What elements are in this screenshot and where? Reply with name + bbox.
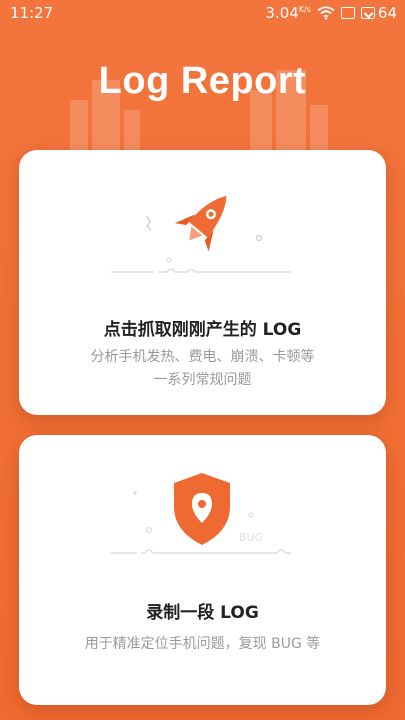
page-title: Log Report bbox=[98, 60, 307, 102]
battery-indicator: 64 bbox=[360, 4, 397, 22]
record-log-card[interactable]: BUG 录制一段 LOG 用于精准定位手机问题，复现 BUG 等 bbox=[19, 435, 386, 705]
bug-watermark-text: BUG bbox=[239, 531, 263, 544]
card1-desc-line2: 一系列常规问题 bbox=[153, 372, 252, 388]
wifi-icon bbox=[317, 6, 335, 20]
card1-desc-line1: 分析手机发热、费电、崩溃、卡顿等 bbox=[90, 349, 315, 365]
shield-location-icon bbox=[174, 473, 230, 545]
battery-icon bbox=[360, 7, 375, 19]
sim-icon bbox=[340, 7, 355, 19]
capture-log-card[interactable]: 点击抓取刚刚产生的 LOG 分析手机发热、费电、崩溃、卡顿等 一系列常规问题 bbox=[19, 150, 386, 415]
card1-title: 点击抓取刚刚产生的 LOG bbox=[103, 320, 302, 340]
card2-desc-line1: 用于精准定位手机问题，复现 BUG 等 bbox=[84, 636, 321, 652]
network-speed: 3.04K/s bbox=[265, 4, 311, 22]
card1-description: 分析手机发热、费电、崩溃、卡顿等 一系列常规问题 bbox=[49, 346, 356, 392]
card2-title: 录制一段 LOG bbox=[146, 603, 259, 623]
battery-level: 64 bbox=[377, 4, 397, 22]
status-bar: 11:27 3.04K/s 64 bbox=[0, 0, 405, 26]
status-indicators: 3.04K/s 64 bbox=[265, 4, 397, 22]
card1-illustration bbox=[111, 195, 291, 273]
card2-description: 用于精准定位手机问题，复现 BUG 等 bbox=[49, 633, 356, 656]
card2-illustration: BUG bbox=[111, 473, 291, 554]
status-time: 11:27 bbox=[10, 4, 54, 22]
rocket-icon bbox=[174, 195, 227, 252]
